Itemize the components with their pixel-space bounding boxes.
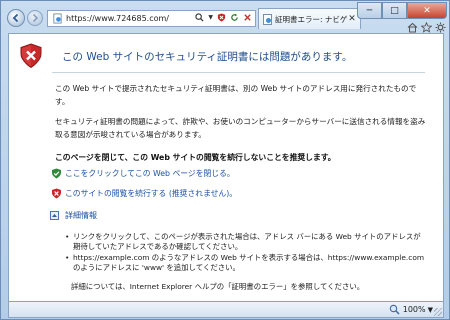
toolbar: https://www.724685.com/ ▼ 証明書エラー: ナビゲ ✕ … xyxy=(1,1,450,33)
details-list: リンクをクリックして、このページが表示された場合は、アドレス バーにある Web… xyxy=(65,232,427,273)
search-icon[interactable] xyxy=(195,12,204,25)
help-reference: 詳細については、Internet Explorer ヘルプの「証明書のエラー」を… xyxy=(71,282,365,291)
continue-link[interactable]: このサイトの閲覧を続行する (推奨されません)。 xyxy=(65,188,237,199)
stop-icon[interactable] xyxy=(243,13,252,25)
window-controls: ─ □ ✕ xyxy=(357,2,447,19)
certificate-error-icon[interactable] xyxy=(217,12,226,25)
address-tools: ▼ xyxy=(195,12,252,25)
divider xyxy=(52,72,425,73)
zoom-dropdown-icon[interactable]: ▼ xyxy=(428,306,433,314)
tab-label: 証明書エラー: ナビゲーシ... xyxy=(275,14,347,24)
page-content: この Web サイトのセキュリティ証明書には問題があります。 この Web サイ… xyxy=(8,33,444,302)
back-button[interactable] xyxy=(7,9,25,27)
shield-error-icon xyxy=(20,43,42,69)
page-icon xyxy=(50,12,64,26)
tab-close-button[interactable]: ✕ xyxy=(347,14,357,24)
more-information-link[interactable]: 詳細情報 xyxy=(65,210,97,221)
refresh-icon[interactable] xyxy=(230,13,239,25)
minimize-button[interactable]: ─ xyxy=(357,2,382,19)
status-bar: 100% ▼ xyxy=(8,302,444,318)
more-information-toggle[interactable]: 詳細情報 xyxy=(50,210,97,221)
zoom-control[interactable]: 100% ▼ xyxy=(389,304,433,315)
page-title: この Web サイトのセキュリティ証明書には問題があります。 xyxy=(62,51,353,63)
command-icons xyxy=(407,22,446,33)
expand-icon[interactable] xyxy=(50,211,59,220)
forward-button[interactable] xyxy=(27,10,43,26)
zoom-icon xyxy=(389,304,400,315)
warning-paragraph: セキュリティ証明書の問題によって、詐欺や、お使いのコンピューターからサーバーに送… xyxy=(55,117,426,139)
tools-icon[interactable] xyxy=(435,22,446,33)
list-item: リンクをクリックして、このページが表示された場合は、アドレス バーにある Web… xyxy=(65,232,427,252)
maximize-button[interactable]: □ xyxy=(382,2,407,19)
recommendation-text: このページを閉じて、この Web サイトの閲覧を続行しないことを推奨します。 xyxy=(55,153,336,162)
red-shield-icon xyxy=(52,188,61,199)
description-paragraph: この Web サイトで提示されたセキュリティ証明書は、別の Web サイトのアド… xyxy=(55,84,417,106)
address-bar[interactable]: https://www.724685.com/ ▼ xyxy=(47,10,256,27)
tab-certificate-error[interactable]: 証明書エラー: ナビゲーシ... ✕ xyxy=(258,8,361,29)
address-url[interactable]: https://www.724685.com/ xyxy=(66,14,195,23)
favorites-icon[interactable] xyxy=(421,22,432,33)
browser-window: https://www.724685.com/ ▼ 証明書エラー: ナビゲ ✕ … xyxy=(0,0,450,320)
tab-page-icon xyxy=(262,13,273,25)
close-page-option[interactable]: ここをクリックしてこの Web ページを閉じる。 xyxy=(51,168,235,179)
continue-option[interactable]: このサイトの閲覧を続行する (推奨されません)。 xyxy=(51,188,237,199)
back-arrow-icon xyxy=(12,13,19,23)
green-shield-icon xyxy=(52,168,61,179)
close-button[interactable]: ✕ xyxy=(407,2,447,19)
resize-grip[interactable] xyxy=(434,308,442,316)
zoom-level[interactable]: 100% xyxy=(403,305,426,314)
forward-arrow-icon xyxy=(32,13,39,23)
close-page-link[interactable]: ここをクリックしてこの Web ページを閉じる。 xyxy=(65,168,235,179)
dropdown-icon[interactable]: ▼ xyxy=(208,13,213,25)
list-item: https://example.com のようなアドレスの Web サイトを表示… xyxy=(65,253,427,273)
home-icon[interactable] xyxy=(407,22,418,33)
